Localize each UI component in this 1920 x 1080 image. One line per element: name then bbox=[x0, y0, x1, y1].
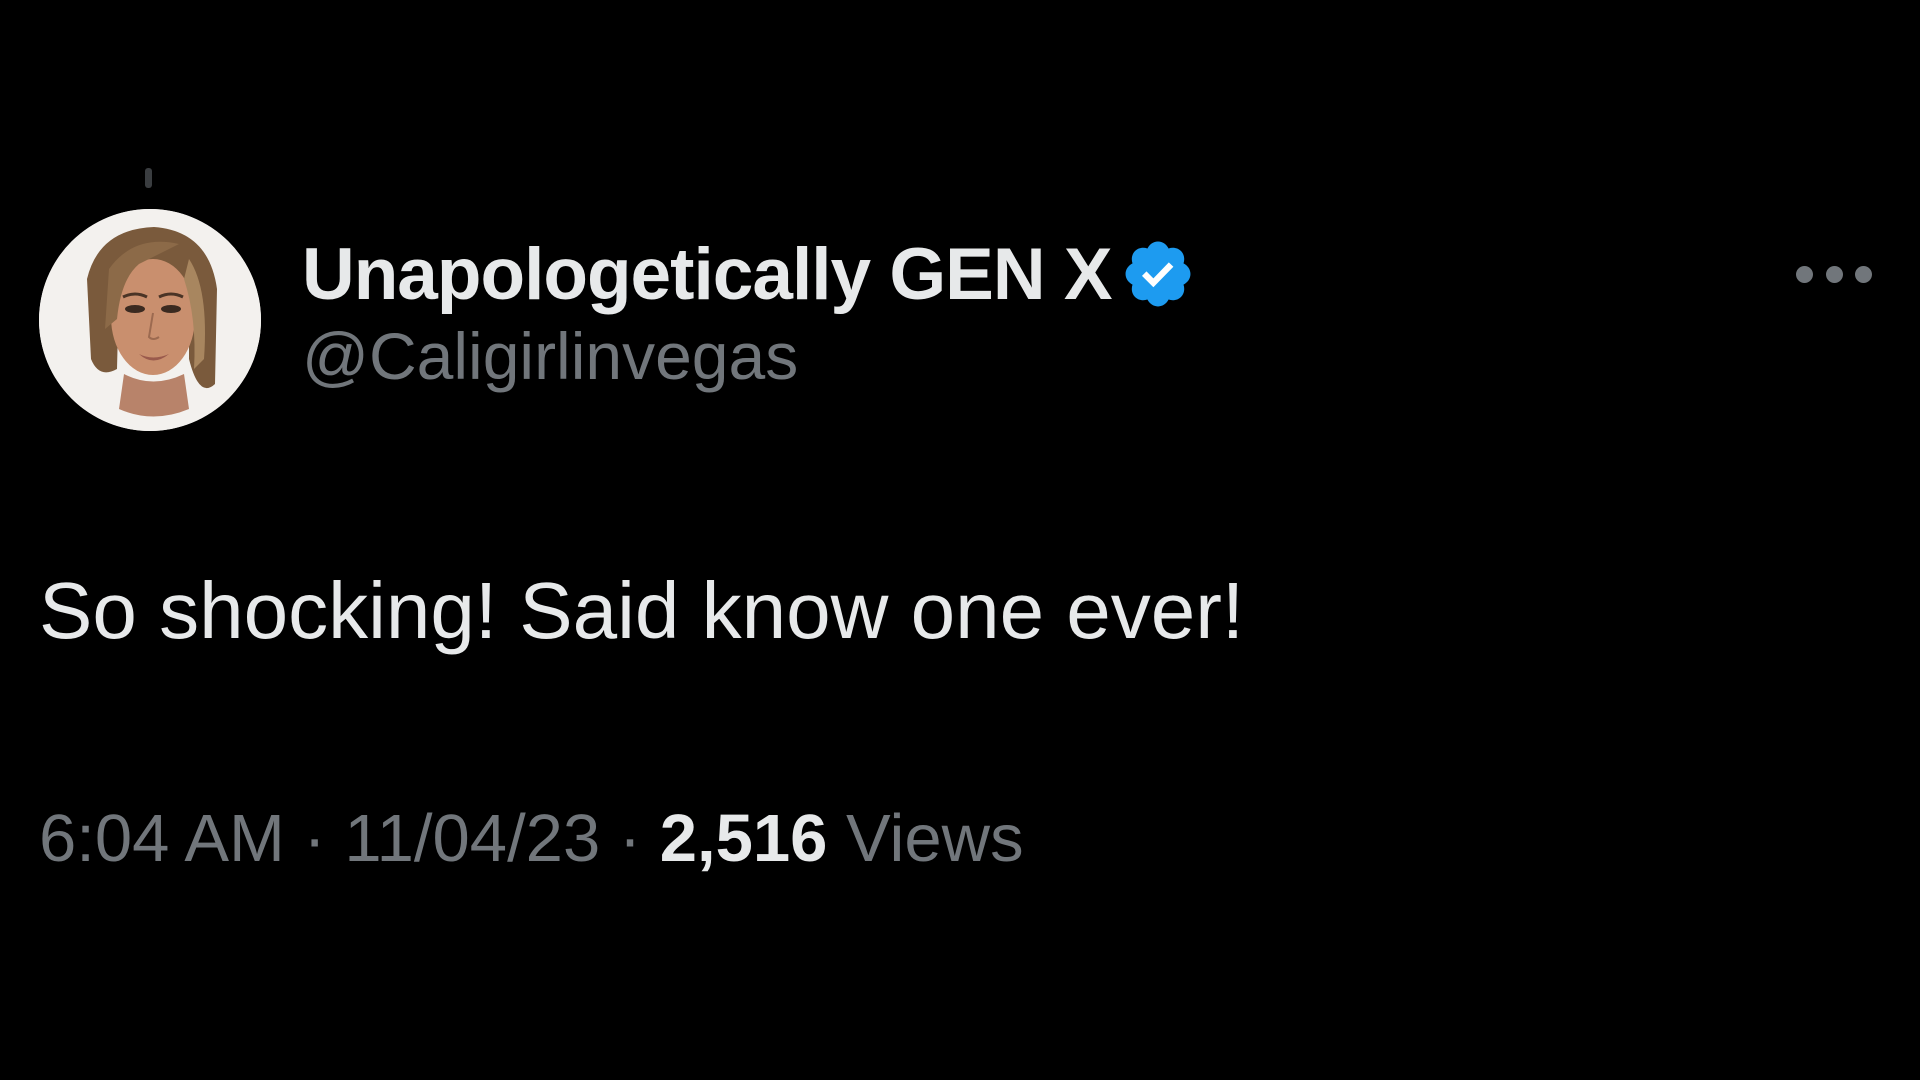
more-dot bbox=[1796, 265, 1813, 283]
tweet-date[interactable]: 11/04/23 bbox=[344, 801, 600, 876]
views-label: Views bbox=[827, 801, 1024, 876]
views-count[interactable]: 2,516 bbox=[660, 801, 828, 876]
author-handle[interactable]: @Caligirlinvegas bbox=[302, 318, 1196, 394]
more-horizontal-icon[interactable] bbox=[1796, 262, 1872, 286]
avatar[interactable] bbox=[39, 209, 261, 431]
tweet-header: Unapologetically GEN X @Caligirlinvegas bbox=[302, 232, 1196, 394]
author-display-name[interactable]: Unapologetically GEN X bbox=[302, 233, 1113, 316]
meta-separator: · bbox=[284, 801, 345, 876]
avatar-image bbox=[39, 209, 261, 431]
verified-badge-icon[interactable] bbox=[1120, 236, 1196, 312]
tweet-time[interactable]: 6:04 AM bbox=[39, 801, 285, 876]
meta-separator: · bbox=[600, 801, 660, 876]
tweet-text: So shocking! Said know one ever! bbox=[39, 566, 1245, 655]
tweet-meta: 6:04 AM · 11/04/23 · 2,516 Views bbox=[39, 800, 1024, 877]
thread-connector-line bbox=[145, 168, 152, 188]
author-name-row: Unapologetically GEN X bbox=[302, 232, 1196, 316]
more-dot bbox=[1855, 265, 1872, 283]
more-dot bbox=[1825, 265, 1843, 283]
